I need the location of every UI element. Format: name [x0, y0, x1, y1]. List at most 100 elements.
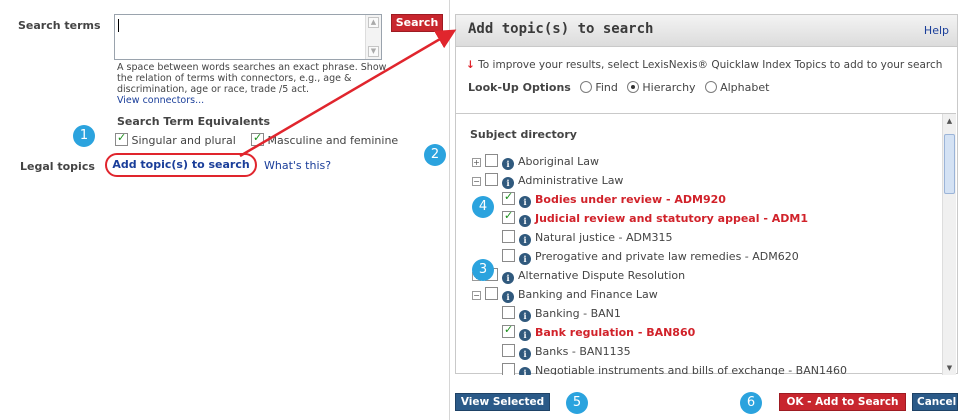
lookup-options: Look-Up Options Find Hierarchy Alphabet — [468, 81, 769, 94]
tree-row-label: Alternative Dispute Resolution — [518, 269, 686, 282]
scroll-up-arrow-icon[interactable]: ▲ — [944, 116, 955, 127]
topic-checkbox[interactable] — [502, 230, 515, 243]
tree-row-label: Bodies under review - ADM920 — [535, 193, 726, 206]
tree-scrollbar[interactable]: ▲ ▼ — [942, 114, 956, 375]
topic-checkbox[interactable] — [485, 154, 498, 167]
info-icon[interactable]: i — [519, 196, 531, 208]
singular-plural-label: Singular and plural — [131, 134, 236, 147]
tree-row-label: Administrative Law — [518, 174, 624, 187]
masculine-feminine-option[interactable]: Masculine and feminine — [251, 131, 399, 147]
radio-find[interactable] — [580, 81, 593, 93]
tree-row-label: Judicial review and statutory appeal - A… — [535, 212, 808, 225]
tree-row-label: Prerogative and private law remedies - A… — [535, 250, 799, 263]
text-caret — [118, 19, 119, 32]
tree-row[interactable]: +iAlternative Dispute Resolution — [472, 268, 685, 286]
subject-directory-panel: Subject directory + i Aboriginal Law − i Admi… — [456, 113, 956, 375]
tree-row-label: Aboriginal Law — [518, 155, 599, 168]
topic-checkbox[interactable] — [502, 306, 515, 319]
tree-row[interactable]: i Bodies under review - ADM920 — [502, 190, 726, 210]
singular-plural-checkbox[interactable] — [115, 131, 128, 146]
ok-add-to-search-button[interactable]: OK - Add to Search — [779, 393, 906, 411]
annotation-badge-6: 6 — [740, 392, 762, 414]
radio-alphabet[interactable] — [705, 81, 718, 93]
topic-checkbox[interactable] — [502, 190, 515, 205]
annotation-badge-1: 1 — [73, 125, 95, 147]
singular-plural-option[interactable]: Singular and plural — [115, 131, 236, 147]
lookup-options-label: Look-Up Options — [468, 81, 571, 94]
expand-icon[interactable]: + — [472, 158, 481, 167]
add-topics-dialog: Add topic(s) to search Help ↓ To improve… — [455, 14, 958, 375]
textarea-scrollbar[interactable]: ▲ ▼ — [365, 15, 381, 59]
scrollbar-thumb[interactable] — [944, 134, 955, 194]
add-topics-link[interactable]: Add topic(s) to search — [105, 153, 257, 177]
topic-checkbox[interactable] — [502, 249, 515, 262]
tree-row[interactable]: i Judicial review and statutory appeal - … — [502, 209, 808, 229]
tree-row[interactable]: i Negotiable instruments and bills of exc… — [502, 363, 847, 375]
masculine-feminine-label: Masculine and feminine — [267, 134, 399, 147]
search-terms-label: Search terms — [18, 19, 101, 32]
radio-hierarchy[interactable] — [627, 81, 640, 93]
tree-row-label: Natural justice - ADM315 — [535, 231, 673, 244]
view-selected-button[interactable]: View Selected — [455, 393, 550, 411]
legal-topics-label: Legal topics — [20, 160, 95, 173]
tree-row[interactable]: i Banks - BAN1135 — [502, 344, 631, 362]
masculine-feminine-checkbox[interactable] — [251, 131, 264, 146]
search-terms-input[interactable]: ▲ ▼ — [114, 14, 382, 60]
tree-row[interactable]: i Natural justice - ADM315 — [502, 230, 672, 248]
topic-checkbox[interactable] — [502, 363, 515, 375]
info-icon[interactable]: i — [519, 329, 531, 341]
tree-row-label: Banking and Finance Law — [518, 288, 658, 301]
tree-row-label: Banks - BAN1135 — [535, 345, 631, 358]
tree-row[interactable]: i Banking - BAN1 — [502, 306, 621, 324]
info-icon[interactable]: i — [519, 310, 531, 322]
tree-row-label: Negotiable instruments and bills of exch… — [535, 364, 847, 375]
down-arrow-icon: ↓ — [466, 59, 475, 71]
radio-alphabet-label[interactable]: Alphabet — [720, 81, 769, 94]
topic-checkbox[interactable] — [485, 287, 498, 300]
collapse-icon[interactable]: − — [472, 291, 481, 300]
annotation-badge-2: 2 — [424, 144, 446, 166]
radio-hierarchy-label[interactable]: Hierarchy — [642, 81, 695, 94]
topic-checkbox[interactable] — [502, 323, 515, 338]
view-connectors-link[interactable]: View connectors... — [117, 95, 204, 106]
radio-find-label[interactable]: Find — [595, 81, 618, 94]
tree-row[interactable]: i Bank regulation - BAN860 — [502, 323, 696, 343]
info-icon[interactable]: i — [502, 291, 514, 303]
scroll-up-arrow-icon[interactable]: ▲ — [368, 17, 379, 28]
tree-row[interactable]: − i Banking and Finance Law — [472, 287, 658, 305]
tree-row-label: Banking - BAN1 — [535, 307, 621, 320]
search-term-equivalents-heading: Search Term Equivalents — [117, 115, 271, 128]
annotation-badge-4: 4 — [472, 196, 494, 218]
search-form-panel: Search terms ▲ ▼ Search A space between … — [0, 0, 450, 420]
info-icon[interactable]: i — [519, 348, 531, 360]
dialog-header: Add topic(s) to search Help — [456, 15, 957, 47]
improve-results-text: To improve your results, select LexisNex… — [478, 59, 943, 71]
whats-this-link[interactable]: What's this? — [264, 159, 331, 172]
scroll-down-arrow-icon[interactable]: ▼ — [944, 363, 955, 374]
tree-row[interactable]: i Prerogative and private law remedies - … — [502, 249, 799, 267]
topic-checkbox[interactable] — [485, 173, 498, 186]
collapse-icon[interactable]: − — [472, 177, 481, 186]
info-icon[interactable]: i — [519, 215, 531, 227]
info-icon[interactable]: i — [502, 272, 514, 284]
annotation-badge-3: 3 — [472, 259, 494, 281]
topic-checkbox[interactable] — [502, 209, 515, 224]
tree-row-label: Bank regulation - BAN860 — [535, 326, 696, 339]
cancel-button[interactable]: Cancel — [912, 393, 958, 411]
tree-row[interactable]: + i Aboriginal Law — [472, 154, 599, 172]
info-icon[interactable]: i — [519, 253, 531, 265]
search-help-text: A space between words searches an exact … — [117, 62, 387, 95]
info-icon[interactable]: i — [502, 158, 514, 170]
scroll-down-arrow-icon[interactable]: ▼ — [368, 46, 379, 57]
subject-directory-heading: Subject directory — [470, 128, 577, 141]
search-button[interactable]: Search — [391, 14, 443, 32]
help-link[interactable]: Help — [924, 24, 949, 37]
info-icon[interactable]: i — [519, 234, 531, 246]
dialog-title: Add topic(s) to search — [468, 21, 654, 37]
annotation-badge-5: 5 — [566, 392, 588, 414]
info-icon[interactable]: i — [502, 177, 514, 189]
improve-results-hint: ↓ To improve your results, select LexisN… — [466, 59, 942, 71]
topic-checkbox[interactable] — [502, 344, 515, 357]
tree-row[interactable]: − i Administrative Law — [472, 173, 623, 191]
info-icon[interactable]: i — [519, 367, 531, 375]
